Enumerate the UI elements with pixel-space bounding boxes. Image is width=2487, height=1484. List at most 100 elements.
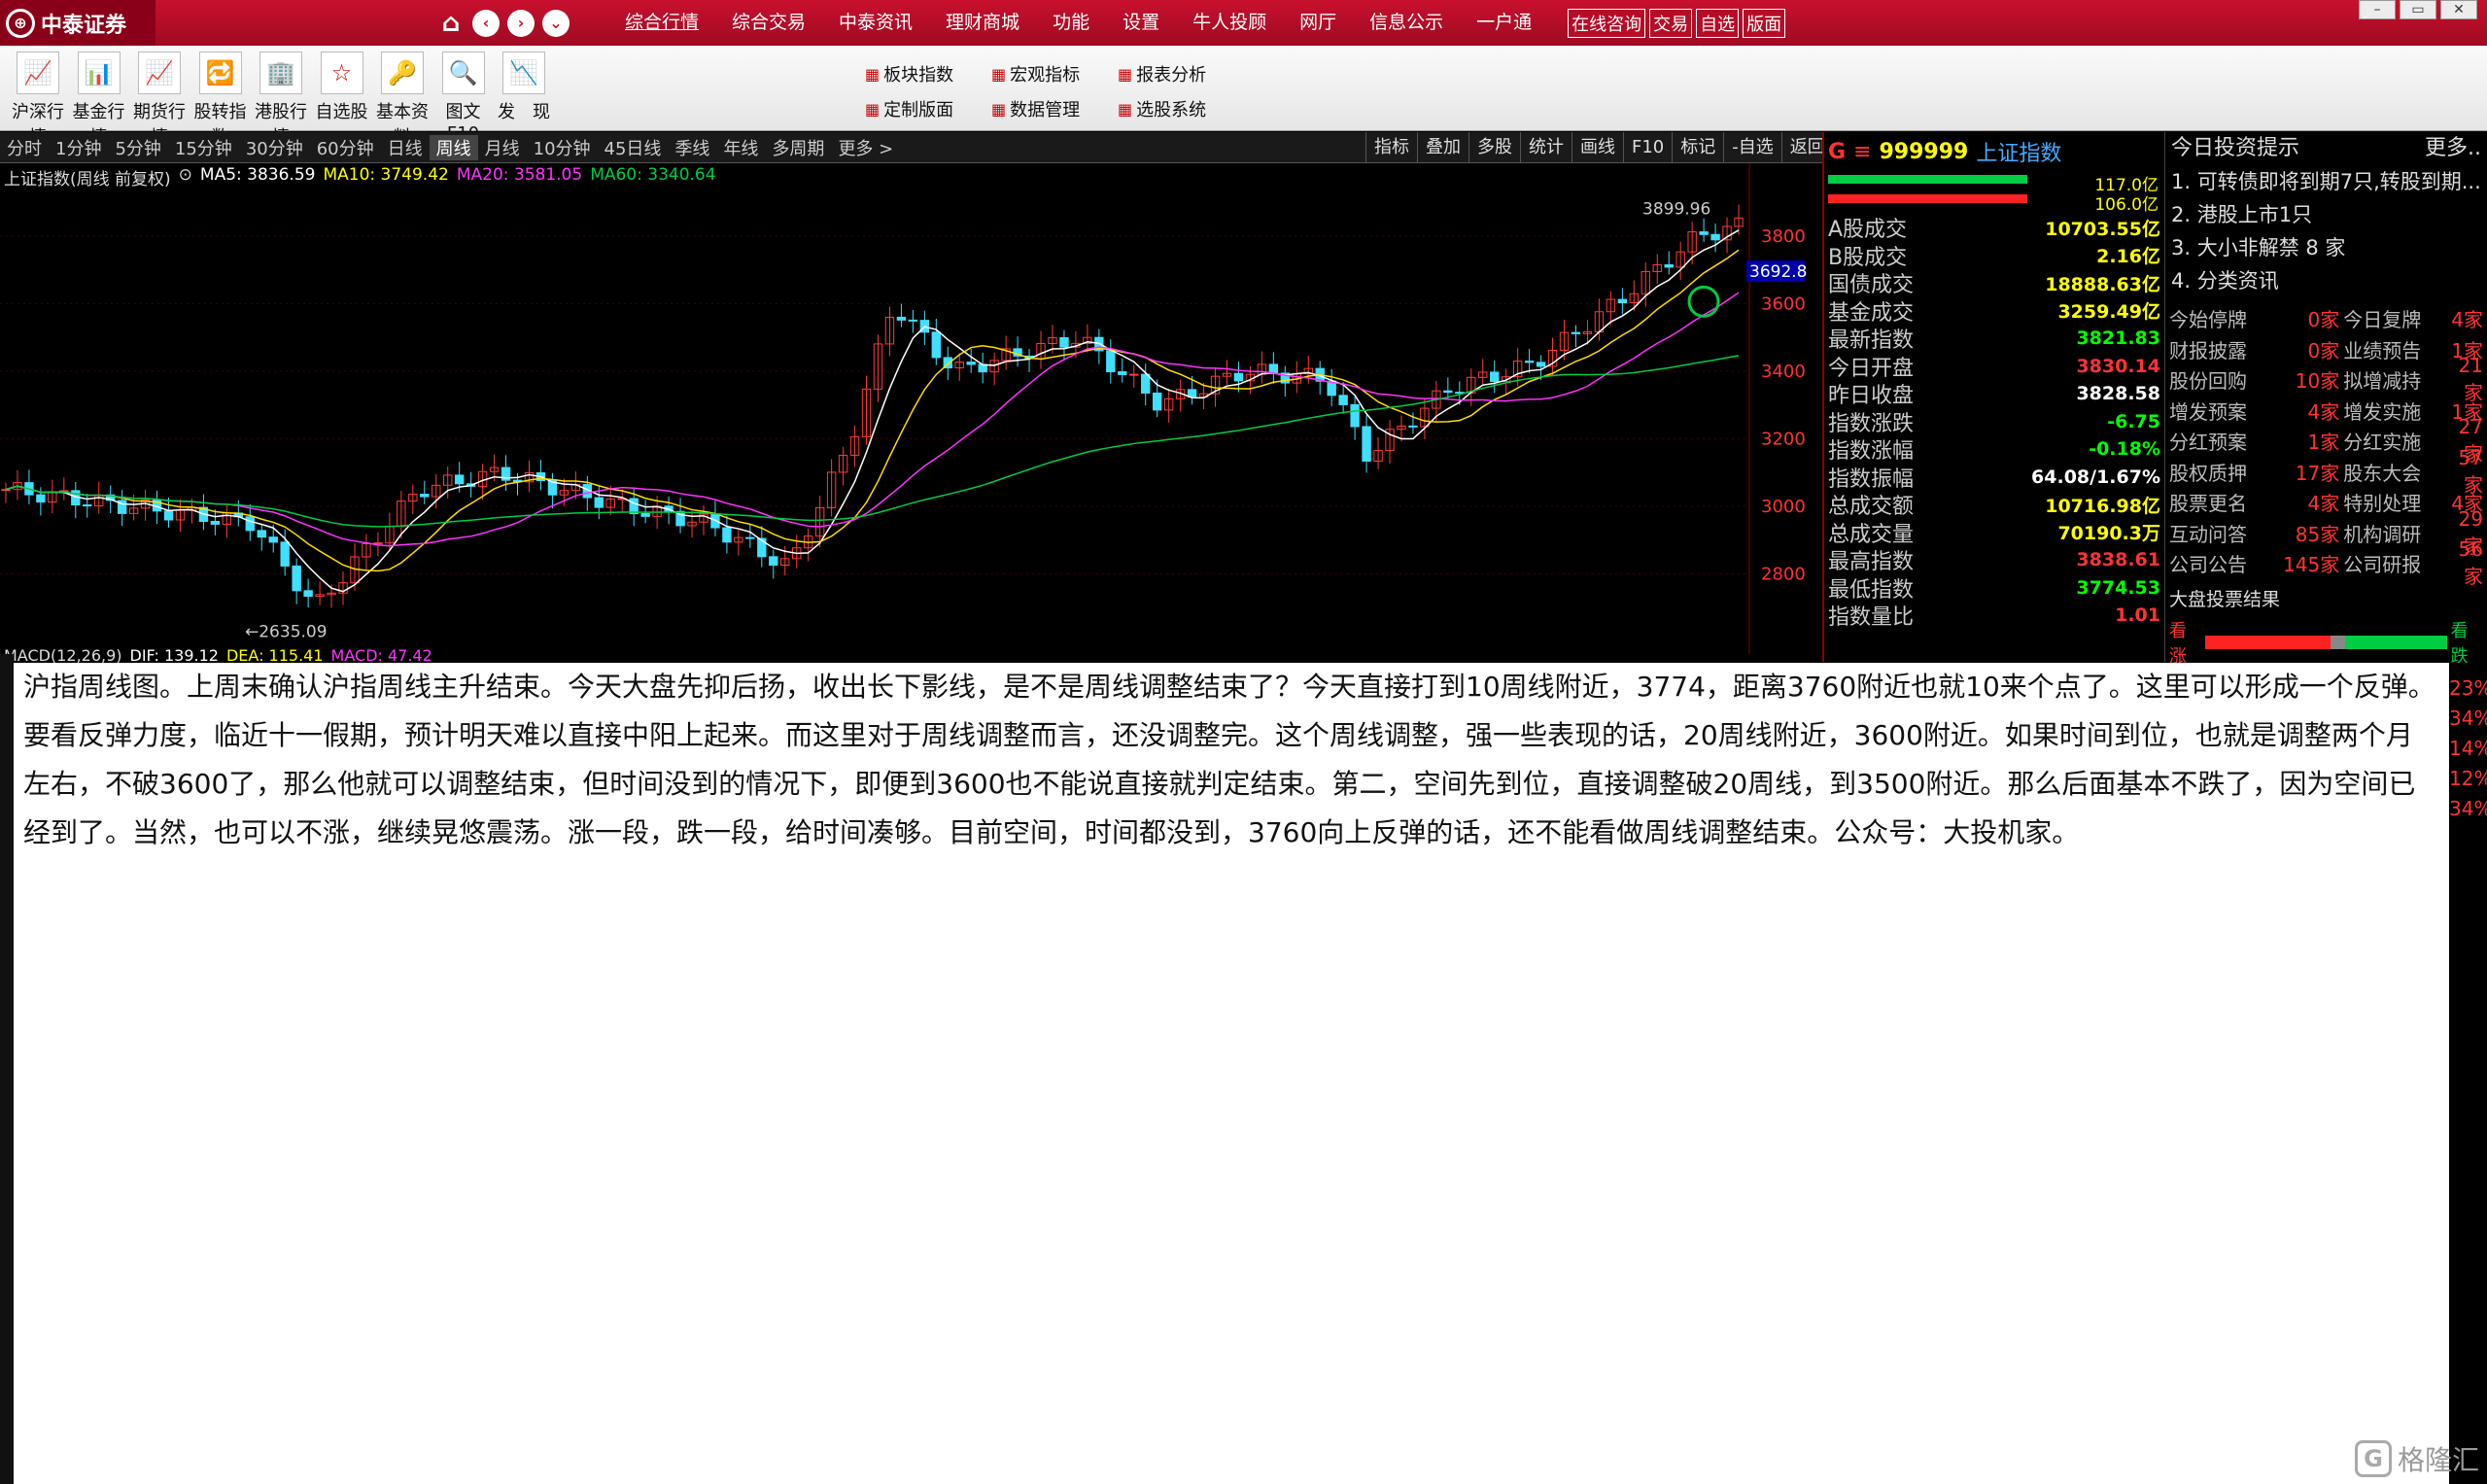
quote-row: 指数涨跌 -6.75 (1824, 408, 2164, 436)
summary-row[interactable]: 股权质押 17家 股东大会 57家 (2165, 446, 2487, 497)
toolbar-item-7[interactable]: 🔍图文F10 (433, 52, 494, 144)
candle-body (908, 319, 918, 322)
period-tab-5[interactable]: 60分钟 (310, 135, 381, 160)
commentary-text: 沪指周线图。上周末确认沪指周线主升结束。今天大盘先抑后扬，收出长下影线，是不是周… (23, 671, 2435, 848)
minimize-icon[interactable]: – (2359, 0, 2396, 19)
quote-row: 基金成交 3259.49亿 (1824, 297, 2164, 326)
summary-row[interactable]: 分红预案 1家 分红实施 27家 (2165, 415, 2487, 466)
tip-item[interactable]: 4. 分类资讯 (2165, 264, 2487, 297)
menu-item-3[interactable]: 理财商城 (929, 0, 1036, 46)
maximize-icon[interactable]: ▭ (2400, 0, 2436, 19)
tip-item[interactable]: 3. 大小非解禁 8 家 (2165, 231, 2487, 264)
summary-row[interactable]: 公司公告 145家 公司研报 56家 (2165, 537, 2487, 588)
dropdown-icon[interactable]: ⌄ (542, 9, 570, 37)
toolbar-item-5[interactable]: ☆ 自选股 (312, 52, 372, 123)
period-tab-4[interactable]: 30分钟 (239, 135, 310, 160)
toolbar-small-0[interactable]: ▦ 板块指数 (865, 61, 953, 86)
candle-body (210, 521, 221, 525)
home-icon[interactable]: ⌂ (437, 9, 465, 38)
chart-tool-7[interactable]: -自选 (1723, 132, 1781, 163)
close-icon[interactable]: ✕ (2440, 0, 2477, 19)
period-tab-0[interactable]: 分时 (0, 135, 49, 160)
summary-cell: 4家 (2307, 492, 2340, 516)
quote-header[interactable]: G ≡ 999999 上证指数 (1824, 132, 2164, 171)
tip-item[interactable]: 1. 可转债即将到期7只,转股到期... (2165, 165, 2487, 198)
period-tab-2[interactable]: 5分钟 (108, 135, 167, 160)
menu-item-5[interactable]: 设置 (1106, 0, 1176, 46)
period-tab-14[interactable]: 更多 > (831, 135, 900, 160)
candle-body (1106, 350, 1116, 373)
chart-tool-3[interactable]: 统计 (1520, 132, 1572, 163)
legend-settings-icon[interactable]: ⊙ (179, 165, 192, 190)
summary-row[interactable]: 股票更名 4家 特别处理 4家 (2165, 487, 2487, 518)
menu-item-2[interactable]: 中泰资讯 (822, 0, 929, 46)
menu-item-9[interactable]: 一户通 (1460, 0, 1548, 46)
toolbar-icon-4: 🏢 (259, 52, 302, 94)
menu-item-0[interactable]: 综合行情 (608, 0, 715, 46)
summary-row[interactable]: 互动问答 85家 机构调研 29家 (2165, 507, 2487, 558)
candle-body (245, 516, 255, 532)
top-button-3[interactable]: 版面 (1743, 8, 1786, 38)
summary-row[interactable]: 财报披露 0家 业绩预告 1家 (2165, 334, 2487, 365)
toolbar-small-label-3: 定制版面 (883, 100, 954, 121)
summary-row[interactable]: 股份回购 10家 拟增减持 21家 (2165, 354, 2487, 404)
period-tab-6[interactable]: 日线 (381, 135, 430, 160)
quote-key: 总成交量 (1828, 522, 1915, 547)
top-button-0[interactable]: 在线咨询 (1568, 8, 1646, 38)
summary-row[interactable]: 今始停牌 0家 今日复牌 4家 (2165, 303, 2487, 334)
kline-chart[interactable]: 2800 3000 3200 3400 3600 3800 3899.96 ←2635.09 3… (0, 163, 1827, 654)
toolbar-item-8[interactable]: 📉 发 现 (494, 52, 554, 123)
period-tab-3[interactable]: 15分钟 (168, 135, 239, 160)
chart-tool-0[interactable]: 指标 (1365, 132, 1417, 163)
summary-cell: 财报披露 (2169, 338, 2247, 362)
toolbar-small-3[interactable]: ▦ 定制版面 (865, 96, 953, 121)
menu-item-1[interactable]: 综合交易 (715, 0, 822, 46)
period-tab-12[interactable]: 年线 (716, 135, 765, 160)
period-tab-7[interactable]: 周线 (429, 134, 478, 160)
summary-row[interactable]: 增发预案 4家 增发实施 1家 (2165, 396, 2487, 427)
period-tab-9[interactable]: 10分钟 (527, 135, 598, 160)
chart-tool-2[interactable]: 多股 (1468, 132, 1520, 163)
bar-bottom-value: 106.0亿 (2094, 195, 2159, 215)
toolbar-small-4[interactable]: ▦ 数据管理 (991, 96, 1080, 121)
candle-body (268, 536, 278, 543)
right-pct-strip: 23% 34% 14% 12% 34% (2449, 663, 2487, 1484)
menu-item-7[interactable]: 网厅 (1283, 0, 1353, 46)
toolbar-small-label-4: 数据管理 (1010, 100, 1081, 121)
period-tab-8[interactable]: 月线 (478, 135, 527, 160)
back-icon[interactable]: ‹ (472, 9, 500, 37)
commentary-popup: 沪指周线图。上周末确认沪指周线主升结束。今天大盘先抑后扬，收出长下影线，是不是周… (14, 663, 2449, 1484)
y-tick-label: 3800 (1761, 226, 1806, 247)
top-button-2[interactable]: 自选 (1696, 8, 1740, 38)
high-label: 3899.96 (1642, 199, 1710, 219)
quote-rows: A股成交 10703.55亿 B股成交 2.16亿 国债成交 18888.63亿 基金成交 3… (1824, 214, 2164, 630)
toolbar-small-2[interactable]: ▦ 报表分析 (1118, 61, 1206, 86)
chart-tool-1[interactable]: 叠加 (1417, 132, 1468, 163)
summary-table: 今始停牌 0家 今日复牌 4家 财报披露 0家 业绩预告 1家 股份回购 10家 拟增减持 21家 增发… (2165, 303, 2487, 588)
chart-tool-6[interactable]: 标记 (1672, 132, 1723, 163)
summary-cell: 4家 (2307, 399, 2340, 424)
menu-icon[interactable]: ≡ (1853, 140, 1871, 164)
menu-item-6[interactable]: 牛人投顾 (1176, 0, 1283, 46)
vote-up-label: 看涨 (2169, 620, 2187, 667)
menu-item-8[interactable]: 信息公示 (1353, 0, 1460, 46)
top-button-1[interactable]: 交易 (1649, 8, 1693, 38)
period-tab-13[interactable]: 多周期 (765, 135, 831, 160)
period-tab-1[interactable]: 1分钟 (49, 135, 108, 160)
chart-tool-5[interactable]: F10 (1623, 132, 1672, 163)
summary-cell: 股东大会 (2343, 461, 2422, 485)
toolbar-small-1[interactable]: ▦ 宏观指标 (991, 61, 1080, 86)
vote-progress (2205, 635, 2447, 649)
toolbar-small-5[interactable]: ▦ 选股系统 (1118, 96, 1206, 121)
tips-more-link[interactable]: 更多.. (2425, 132, 2481, 165)
period-tab-10[interactable]: 45日线 (598, 135, 669, 160)
candle-body (280, 541, 290, 567)
tip-item[interactable]: 2. 港股上市1只 (2165, 198, 2487, 231)
chart-tool-4[interactable]: 画线 (1572, 132, 1623, 163)
summary-cell: 今始停牌 (2169, 308, 2247, 332)
quote-key: 指数涨跌 (1828, 411, 1915, 436)
period-tab-11[interactable]: 季线 (668, 135, 716, 160)
forward-icon[interactable]: › (507, 9, 535, 37)
menu-item-4[interactable]: 功能 (1036, 0, 1106, 46)
candle-body (1268, 363, 1279, 374)
